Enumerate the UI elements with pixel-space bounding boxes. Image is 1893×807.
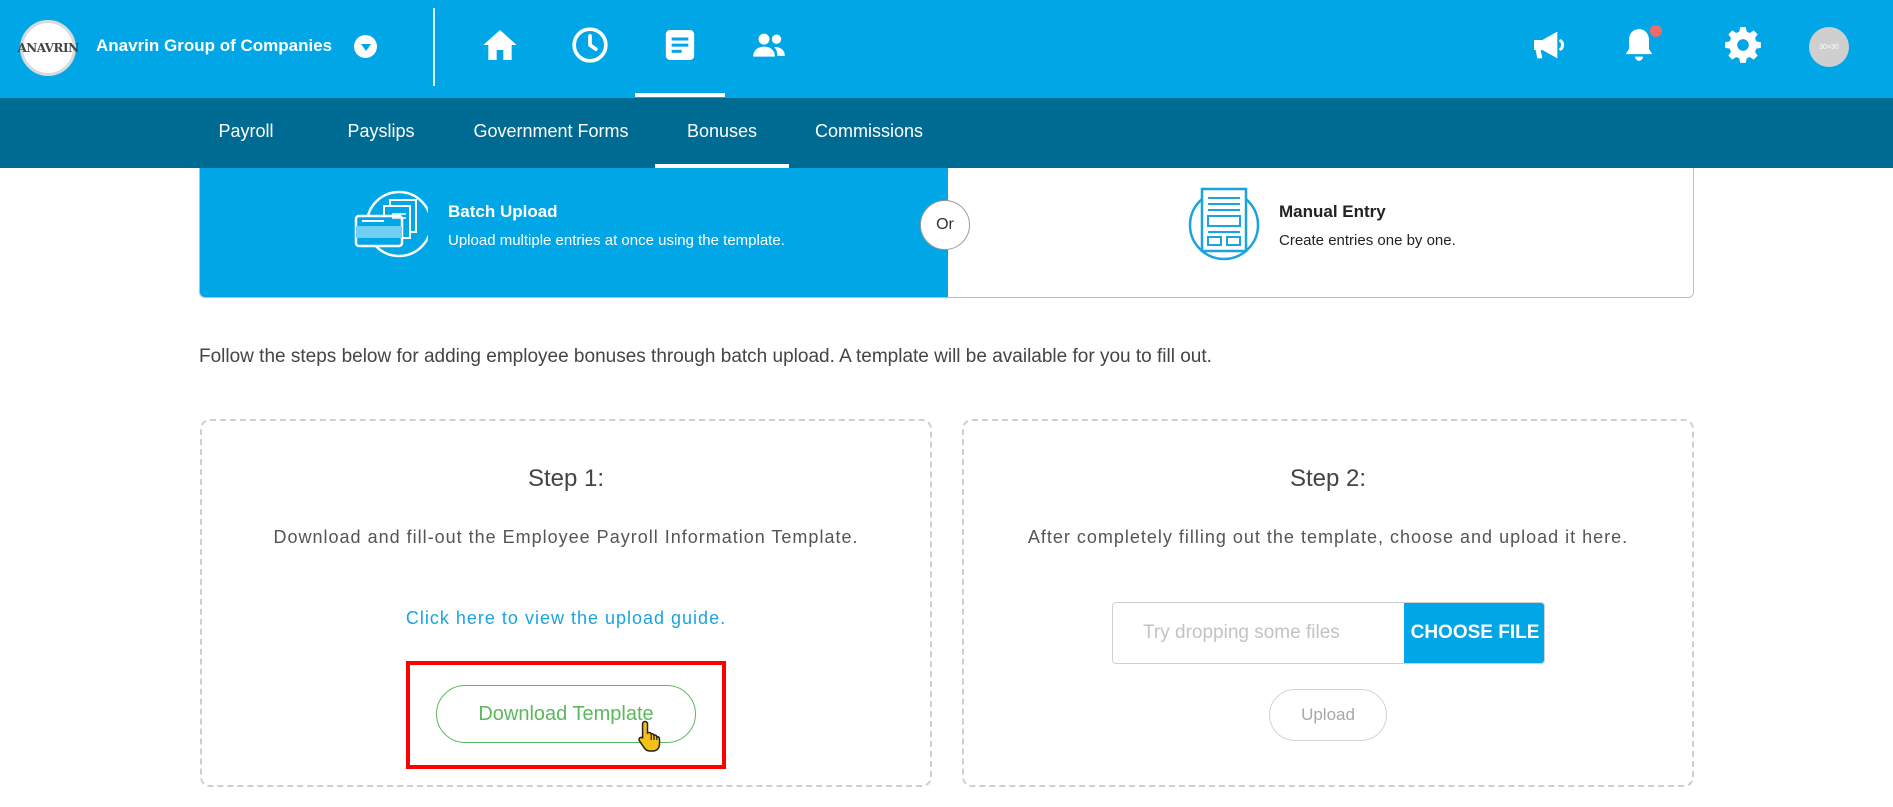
active-nav-indicator [635,93,725,97]
subnav-item-bonuses[interactable]: Bonuses [655,98,789,168]
gear-icon[interactable] [1720,22,1766,68]
manual-entry-option[interactable]: Manual Entry Create entries one by one. [948,168,1693,297]
step-2-panel: Step 2: After completely filling out the… [962,419,1694,787]
subnav-item-government-forms[interactable]: Government Forms [470,98,632,168]
manual-entry-title: Manual Entry [1279,202,1386,221]
batch-upload-title: Batch Upload [448,202,558,221]
upload-guide-link[interactable]: Click here to view the upload guide. [202,608,930,629]
file-drop-zone[interactable]: CHOOSE FILE [1112,602,1545,664]
logo-text: ANAVRIN [17,41,79,55]
document-icon[interactable] [658,22,702,68]
subnav-item-payroll[interactable]: Payroll [207,98,285,168]
sub-navbar: Payroll Payslips Government Forms Bonuse… [0,98,1893,168]
batch-upload-icon [354,190,428,258]
subnav-item-commissions[interactable]: Commissions [810,98,928,168]
step-2-description: After completely filling out the templat… [1027,527,1629,547]
upload-button[interactable]: Upload [1269,689,1387,741]
company-name[interactable]: Anavrin Group of Companies [96,36,332,56]
step-1-title: Step 1: [527,465,605,492]
choose-file-button[interactable]: CHOOSE FILE [1404,603,1544,663]
megaphone-icon[interactable] [1526,22,1572,68]
batch-upload-option[interactable]: Batch Upload Upload multiple entries at … [200,168,948,297]
step-1-description: Download and fill-out the Employee Payro… [273,527,859,547]
subnav-item-payslips[interactable]: Payslips [340,98,422,168]
notification-badge [1650,25,1662,37]
manual-entry-icon [1188,187,1260,261]
user-avatar[interactable]: 30×30 [1809,27,1849,67]
top-navbar: ANAVRIN Anavrin Group of Companies 30×30 [0,0,1893,98]
people-icon[interactable] [747,22,791,68]
step-2-title: Step 2: [1289,465,1367,492]
batch-upload-description: Upload multiple entries at once using th… [448,232,785,249]
company-logo[interactable]: ANAVRIN [17,20,79,76]
hand-cursor-icon [638,720,661,752]
or-separator: Or [920,200,970,250]
file-drop-input[interactable] [1113,603,1404,663]
home-icon[interactable] [478,22,522,68]
clock-icon[interactable] [568,22,612,68]
manual-entry-description: Create entries one by one. [1279,232,1456,249]
company-dropdown-icon[interactable] [354,35,377,58]
batch-upload-instructions: Follow the steps below for adding employ… [199,346,1212,367]
navbar-divider [433,8,435,86]
step-1-panel: Step 1: Download and fill-out the Employ… [200,419,932,787]
